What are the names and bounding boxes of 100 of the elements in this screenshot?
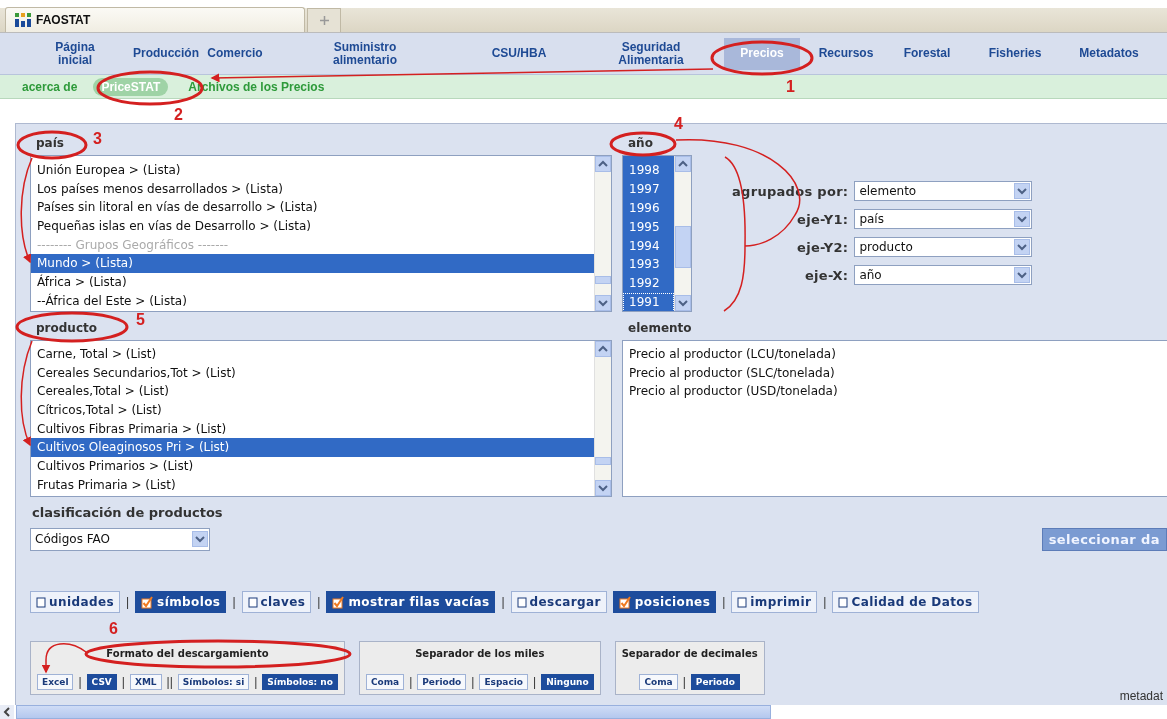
scroll-down-icon[interactable] xyxy=(595,295,611,311)
caret-icon[interactable] xyxy=(192,531,208,547)
element-list[interactable]: Precio al productor (LCU/tonelada) Precio al productor (SLC/tonelada) Precio al productor (USD/tonelada) xyxy=(622,340,1167,497)
field-label: elemento xyxy=(627,320,692,337)
nav-item[interactable]: Fisheries xyxy=(988,37,1042,70)
annotation-number: 1 xyxy=(786,79,795,95)
nav-item[interactable]: Comercio xyxy=(207,37,263,70)
list-item[interactable]: Mundo > (Lista) xyxy=(31,254,594,274)
option-button[interactable]: Coma xyxy=(639,674,678,690)
list-item[interactable]: Cultivos Fibras Primaria > (List) xyxy=(31,419,594,439)
list-item[interactable]: Precio al productor (SLC/tonelada) xyxy=(623,363,1167,383)
list-item[interactable]: Precio al productor (USD/tonelada) xyxy=(623,382,1167,402)
year-list[interactable]: 1998 1997 1996 1995 1994 1993 1992 1991 xyxy=(622,155,692,312)
caret-icon[interactable] xyxy=(1014,211,1031,227)
scrollbar[interactable] xyxy=(594,341,611,496)
scroll-up-icon[interactable] xyxy=(675,156,691,172)
checkbox[interactable]: unidades xyxy=(30,591,120,613)
checkbox[interactable]: posiciones xyxy=(612,591,717,613)
caret-icon[interactable] xyxy=(1014,267,1031,283)
nav-item[interactable]: Suministro alimentario xyxy=(333,37,397,70)
list-item[interactable]: Pequeñas islas en vías de Desarrollo > (Lista) xyxy=(31,217,594,236)
dropdown[interactable]: Códigos FAO xyxy=(30,527,210,551)
annotation-ellipse xyxy=(609,131,677,157)
list-item[interactable]: Frutas Primaria > (List) xyxy=(31,475,594,495)
list-item[interactable]: Cultivos Primarios > (List) xyxy=(31,457,594,476)
list-item[interactable]: 1991 xyxy=(623,293,674,311)
scroll-up-icon[interactable] xyxy=(595,341,611,357)
scroll-down-icon[interactable] xyxy=(595,480,611,496)
annotation-number: 2 xyxy=(174,107,183,123)
option-button[interactable]: Símbolos: no xyxy=(262,674,338,690)
scrollbar[interactable] xyxy=(594,156,611,311)
list-item[interactable]: Unión Europea > (Lista) xyxy=(31,161,594,180)
scroll-up-icon[interactable] xyxy=(595,156,611,172)
nav-item[interactable]: Producción xyxy=(133,37,199,70)
dropdown[interactable]: producto xyxy=(854,237,1033,257)
nav-item[interactable]: Seguridad Alimentaria xyxy=(618,37,684,70)
list-item[interactable]: --África del Este > (Lista) xyxy=(31,291,594,311)
checkbox-icon xyxy=(36,596,46,608)
caret-icon[interactable] xyxy=(1014,239,1031,255)
check-icon xyxy=(141,595,155,609)
option-button[interactable]: CSV xyxy=(86,674,117,690)
list-item[interactable]: Cítricos,Total > (List) xyxy=(31,401,594,420)
axis-label: eje-X: xyxy=(803,267,849,283)
product-list[interactable] xyxy=(30,340,612,497)
scrollbar[interactable] xyxy=(674,156,691,311)
scrollbar-thumb[interactable] xyxy=(675,226,691,268)
option-button[interactable]: Periodo xyxy=(690,674,740,690)
list-item[interactable]: Cereales Secundarios,Tot > (List) xyxy=(31,363,594,383)
nav-item[interactable]: Forestal xyxy=(903,37,951,70)
nav-item[interactable]: CSU/HBA xyxy=(491,37,547,70)
checkbox[interactable]: símbolos xyxy=(135,591,227,613)
separator-text: | xyxy=(682,675,686,689)
checkbox[interactable]: mostrar filas vacías xyxy=(326,591,496,613)
nav-item[interactable]: Metadatos xyxy=(1079,37,1139,70)
separator-text: | xyxy=(78,675,82,689)
separator-text: | xyxy=(471,675,475,689)
annotation-number: 5 xyxy=(136,312,145,328)
list-item[interactable]: Cereales,Total > (List) xyxy=(31,382,594,402)
separator-text: | xyxy=(254,675,258,689)
checkbox[interactable]: Calidad de Datos xyxy=(832,591,979,613)
check-icon xyxy=(618,595,632,609)
scroll-down-icon[interactable] xyxy=(675,295,691,311)
separator-text: | xyxy=(823,595,827,609)
scrollbar-thumb[interactable] xyxy=(16,705,771,719)
field-label: clasificación de productos xyxy=(31,504,223,522)
check-icon xyxy=(332,595,346,609)
list-item[interactable]: Países sin litoral en vías de desarrollo > (Lista) xyxy=(31,198,594,218)
option-button[interactable]: Excel xyxy=(37,674,74,690)
separator-text: | xyxy=(409,675,413,689)
option-button[interactable]: XML xyxy=(129,674,162,690)
option-button[interactable]: Espacio xyxy=(479,674,529,690)
scroll-left-icon[interactable] xyxy=(0,705,14,719)
annotation-number: 3 xyxy=(93,131,102,147)
option-button[interactable]: Periodo xyxy=(417,674,467,690)
country-list[interactable] xyxy=(30,155,612,312)
dropdown[interactable]: país xyxy=(854,209,1033,229)
list-item[interactable]: Los países menos desarrollados > (Lista) xyxy=(31,179,594,199)
dropdown[interactable]: año xyxy=(854,265,1033,285)
axis-label: eje-Y1: xyxy=(796,211,849,227)
option-button[interactable]: Símbolos: si xyxy=(177,674,250,690)
logo-icon xyxy=(14,12,32,28)
checkbox-icon xyxy=(247,596,258,608)
browser-tab[interactable]: FAOSTAT xyxy=(5,7,305,32)
dropdown[interactable]: elemento xyxy=(854,181,1033,201)
checkbox[interactable]: imprimir xyxy=(731,591,818,613)
scrollbar-thumb[interactable] xyxy=(595,457,611,465)
scrollbar-thumb[interactable] xyxy=(595,276,611,284)
checkbox[interactable]: descargar xyxy=(510,591,607,613)
caret-icon[interactable] xyxy=(1014,183,1031,199)
list-item[interactable]: Carne, Total > (List) xyxy=(31,345,594,364)
option-button[interactable]: Coma xyxy=(365,674,405,690)
list-item[interactable]: África > (Lista) xyxy=(31,273,594,292)
list-separator: -------- Grupos Geográficos ------- xyxy=(36,236,230,254)
option-button[interactable]: Ninguno xyxy=(541,674,594,690)
metadata-link[interactable]: metadat xyxy=(1119,689,1163,703)
list-item[interactable]: Cultivos Oleaginosos Pri > (List) xyxy=(31,438,594,458)
list-item[interactable]: Precio al productor (LCU/tonelada) xyxy=(623,345,1167,364)
nav-item[interactable]: Página inicial xyxy=(55,37,95,70)
checkbox[interactable]: claves xyxy=(241,591,312,613)
nav-item[interactable]: Recursos xyxy=(818,37,874,70)
